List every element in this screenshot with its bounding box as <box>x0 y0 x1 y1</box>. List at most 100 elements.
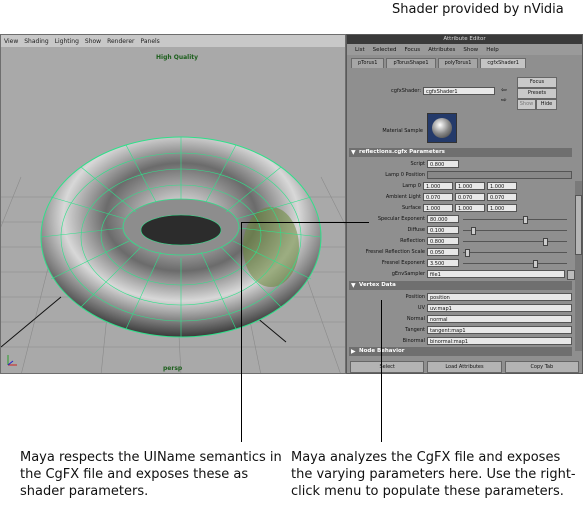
ae-menu-list[interactable]: List <box>355 47 365 53</box>
load-attributes-button[interactable]: Load Attributes <box>427 361 502 373</box>
fresnel-exponent-label: Fresnel Exponent <box>381 260 425 266</box>
section-cgfx-parameters[interactable]: ▼ reflections.cgfx Parameters <box>349 148 572 157</box>
genv-sampler-label: gEnvSampler <box>391 271 425 277</box>
diffuse-field[interactable]: 0.100 <box>427 226 459 234</box>
collapse-icon: ▼ <box>351 282 356 289</box>
material-sample-swatch <box>427 113 457 143</box>
expand-icon: ▶ <box>351 348 356 355</box>
callout-line-left-horizontal <box>241 222 369 223</box>
shader-label: cgfxShader: <box>391 88 421 94</box>
torus-mesh <box>40 136 322 338</box>
binormal-field[interactable]: binormal:map1 <box>427 337 572 345</box>
lamp0-z-field[interactable]: 1.000 <box>487 182 517 190</box>
ae-menu-show[interactable]: Show <box>463 47 478 53</box>
section-vertex-data[interactable]: ▼ Vertex Data <box>349 281 572 290</box>
ambient-r-field[interactable]: 0.070 <box>423 193 453 201</box>
surface-b-field[interactable]: 1.000 <box>487 204 517 212</box>
fresnel-scale-field[interactable]: 0.050 <box>427 248 459 256</box>
diffuse-slider[interactable] <box>463 230 567 231</box>
presets-button[interactable]: Presets <box>517 88 557 99</box>
lamp0-label: Lamp 0 <box>402 183 421 189</box>
select-button[interactable]: Select <box>350 361 425 373</box>
ae-menu-selected[interactable]: Selected <box>373 47 397 53</box>
viewport-menu-show[interactable]: Show <box>85 38 101 45</box>
collapse-icon: ▼ <box>351 149 356 156</box>
uv-field[interactable]: uv:map1 <box>427 304 572 312</box>
tab-ptorus1[interactable]: pTorus1 <box>351 58 385 68</box>
callout-line-right-vertical <box>381 300 382 442</box>
callout-line-left-vertical <box>241 222 242 442</box>
fresnel-scale-slider-handle[interactable] <box>465 249 470 257</box>
reflection-label: Reflection <box>400 238 425 244</box>
select-output-icon[interactable]: ⇨ <box>501 96 507 104</box>
section-node-behavior[interactable]: ▶ Node Behavior <box>349 347 572 356</box>
fresnel-exponent-slider-handle[interactable] <box>533 260 538 268</box>
diffuse-label: Diffuse <box>407 227 425 233</box>
surface-label: Surface <box>401 205 421 211</box>
ambient-b-field[interactable]: 0.070 <box>487 193 517 201</box>
map-button-icon[interactable] <box>567 270 575 280</box>
tab-ptorusshape1[interactable]: pTorusShape1 <box>386 58 436 68</box>
annotation-right: Maya analyzes the CgFX file and exposes … <box>291 450 576 499</box>
reflection-slider[interactable] <box>463 241 567 242</box>
annotation-left: Maya respects the UIName semantics in th… <box>20 450 282 499</box>
script-label: Script <box>410 161 425 167</box>
specular-exponent-slider-handle[interactable] <box>523 216 528 224</box>
show-button[interactable]: Show <box>517 99 536 110</box>
normal-field[interactable]: normal <box>427 315 572 323</box>
specular-exponent-field[interactable]: 80.000 <box>427 215 459 223</box>
ae-bottom-bar: Select Load Attributes Copy Tab <box>347 361 582 373</box>
quality-label: High Quality <box>156 54 199 61</box>
lamp0-position-field[interactable] <box>427 171 572 179</box>
viewport-menu-panels[interactable]: Panels <box>140 38 159 45</box>
lamp0-x-field[interactable]: 1.000 <box>423 182 453 190</box>
copy-tab-button[interactable]: Copy Tab <box>504 361 579 373</box>
diffuse-slider-handle[interactable] <box>471 227 476 235</box>
ae-menu-help[interactable]: Help <box>486 47 499 53</box>
axis-gizmo-icon <box>7 355 17 366</box>
ae-window-title: Attribute Editor <box>347 35 582 44</box>
ambient-g-field[interactable]: 0.070 <box>455 193 485 201</box>
ae-scrollbar-thumb[interactable] <box>575 195 582 255</box>
viewport-menu-shading[interactable]: Shading <box>24 38 48 45</box>
lamp0-position-label: Lamp 0 Position <box>385 172 425 178</box>
genv-sampler-field[interactable]: file1 <box>427 270 565 278</box>
lamp0-y-field[interactable]: 1.000 <box>455 182 485 190</box>
viewport-menubar: View Shading Lighting Show Renderer Pane… <box>1 35 345 47</box>
ae-tabs: pTorus1 pTorusShape1 polyTorus1 cgfxShad… <box>347 55 582 68</box>
viewport-panel[interactable]: View Shading Lighting Show Renderer Pane… <box>0 34 346 374</box>
fresnel-exponent-field[interactable]: 3.500 <box>427 259 459 267</box>
fresnel-scale-label: Fresnel Reflection Scale <box>365 249 425 255</box>
section-vertex-title: Vertex Data <box>359 282 396 288</box>
binormal-label: Binormal <box>402 338 425 344</box>
caption-top: Shader provided by nVidia <box>392 2 564 17</box>
ambient-label: Ambient Light <box>385 194 421 200</box>
reflection-slider-handle[interactable] <box>543 238 548 246</box>
material-sample-label: Material Sample <box>382 128 423 134</box>
normal-label: Normal <box>406 316 425 322</box>
ae-menubar: List Selected Focus Attributes Show Help <box>347 44 582 55</box>
fresnel-scale-slider[interactable] <box>463 252 567 253</box>
ae-menu-focus[interactable]: Focus <box>404 47 420 53</box>
viewport-menu-lighting[interactable]: Lighting <box>55 38 79 45</box>
tab-polytorus1[interactable]: polyTorus1 <box>437 58 479 68</box>
shader-name-field[interactable]: cgfxShader1 <box>423 87 495 95</box>
script-field[interactable]: 0.800 <box>427 160 459 168</box>
position-label: Position <box>405 294 425 300</box>
reflection-field[interactable]: 0.800 <box>427 237 459 245</box>
section-cgfx-title: reflections.cgfx Parameters <box>359 149 445 155</box>
fresnel-exponent-slider[interactable] <box>463 263 567 264</box>
tab-cgfxshader1[interactable]: cgfxShader1 <box>480 58 526 68</box>
select-input-icon[interactable]: ⇦ <box>501 86 507 94</box>
scene-canvas[interactable] <box>1 47 346 374</box>
position-field[interactable]: position <box>427 293 572 301</box>
viewport-menu-renderer[interactable]: Renderer <box>107 38 134 45</box>
focus-button[interactable]: Focus <box>517 77 557 88</box>
tangent-field[interactable]: tangent:map1 <box>427 326 572 334</box>
viewport-menu-view[interactable]: View <box>4 38 18 45</box>
specular-exponent-slider[interactable] <box>463 219 567 220</box>
surface-g-field[interactable]: 1.000 <box>455 204 485 212</box>
ae-menu-attributes[interactable]: Attributes <box>428 47 455 53</box>
surface-r-field[interactable]: 1.000 <box>423 204 453 212</box>
hide-button[interactable]: Hide <box>536 99 557 110</box>
